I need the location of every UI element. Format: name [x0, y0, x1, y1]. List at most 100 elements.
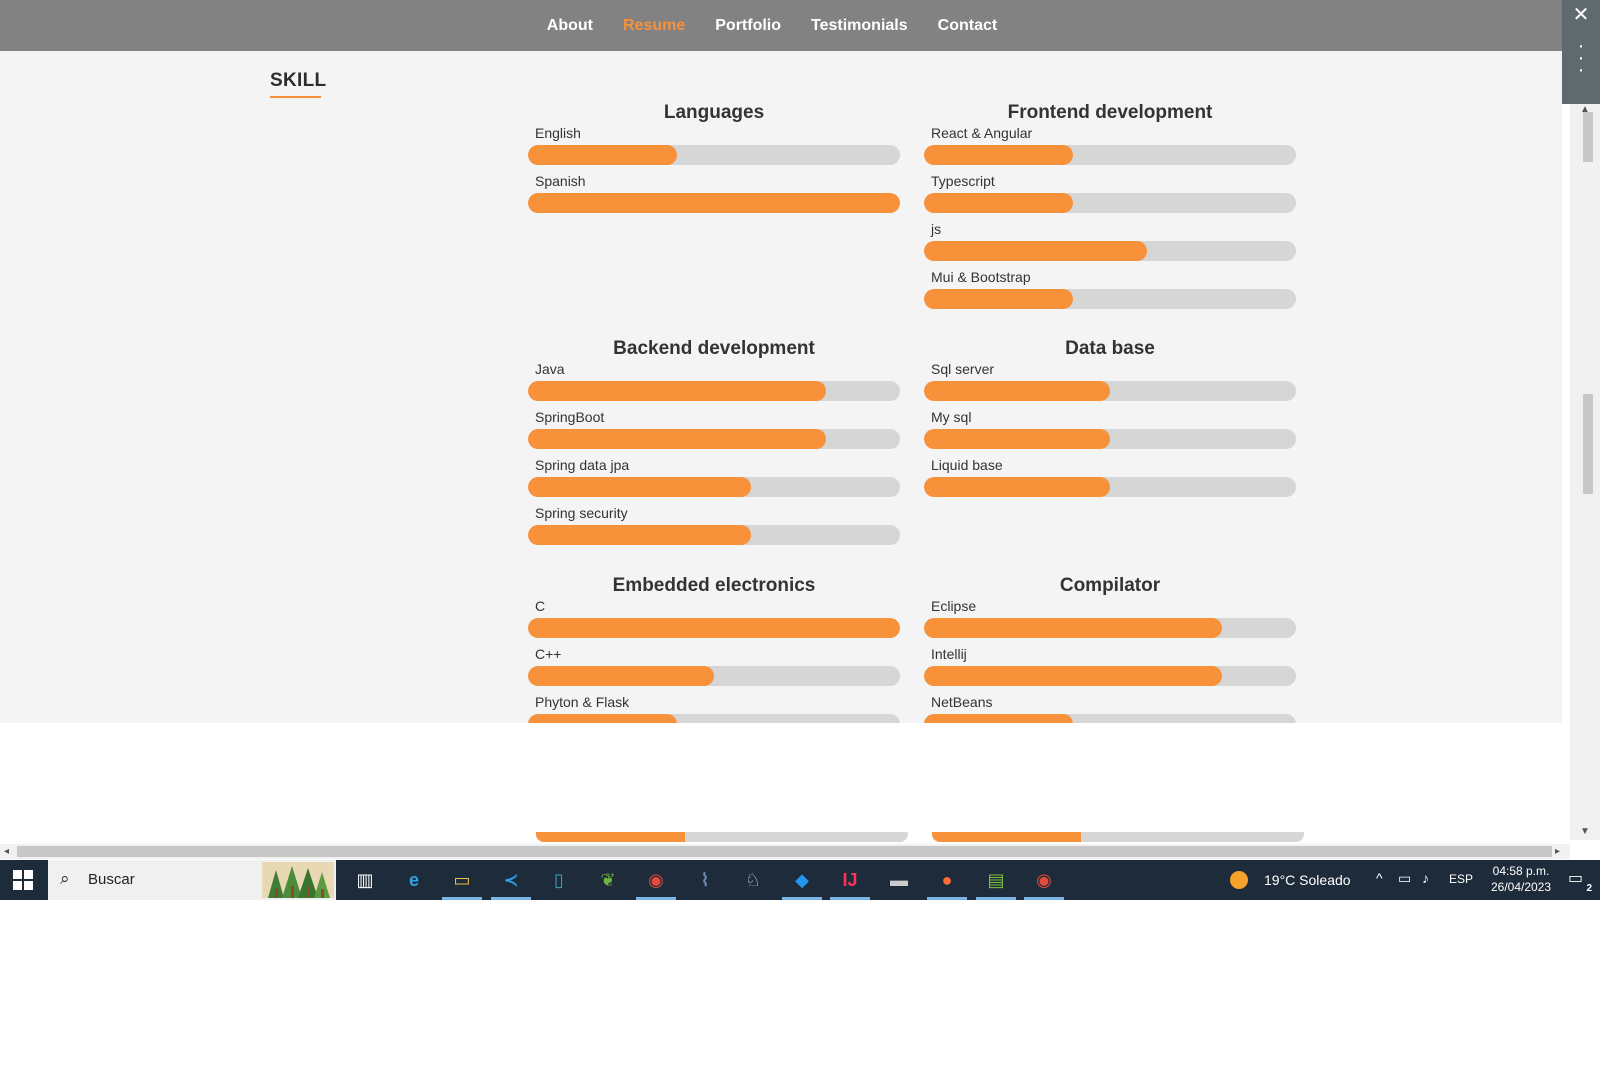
skill-item: Spring data jpa: [528, 457, 900, 505]
skill-group-title: Compilator: [1059, 575, 1161, 596]
scroll-down-icon[interactable]: ▼: [1570, 826, 1600, 837]
skill-item: js: [924, 221, 1296, 269]
skill-bar-track: [924, 193, 1296, 213]
running-indicator: [442, 897, 482, 900]
clock[interactable]: 04:58 p.m. 26/04/2023: [1488, 863, 1554, 895]
input-language[interactable]: ESP: [1449, 872, 1473, 886]
search-highlight-trees-icon: [262, 862, 334, 898]
skill-bar-fill: [528, 525, 752, 545]
skill-label: C++: [535, 646, 562, 662]
chrome-profile-icon[interactable]: ◉: [1024, 865, 1064, 900]
docker-icon[interactable]: ◆: [782, 865, 822, 900]
skill-bar-track: [528, 525, 900, 545]
nav-testimonials[interactable]: Testimonials: [811, 17, 908, 35]
spring-tool-icon[interactable]: ❦: [593, 865, 623, 895]
skill-bar-track: [924, 714, 1296, 723]
skill-bar-track: [528, 477, 900, 497]
skill-item: Spanish: [528, 173, 900, 221]
skill-item: NetBeans: [924, 694, 1296, 723]
skill-label: Spanish: [535, 173, 586, 189]
section-title-underline: [270, 96, 321, 98]
nav-about[interactable]: About: [547, 17, 593, 35]
skill-item: C++: [528, 646, 900, 694]
skill-item: Intellij: [924, 646, 1296, 694]
skill-bar-fill: [924, 477, 1110, 497]
skill-group: Frontend development React & Angular Types…: [924, 101, 1296, 317]
skill-bar-fill: [924, 145, 1073, 165]
horizontal-scrollbar-thumb[interactable]: [17, 846, 1552, 857]
skill-item: Java: [528, 361, 900, 409]
skill-label: Mui & Bootstrap: [931, 269, 1031, 285]
chrome-icon[interactable]: ◉: [636, 865, 676, 900]
skill-label: React & Angular: [931, 125, 1033, 141]
search-icon: ⌕: [60, 869, 70, 888]
notepad-icon[interactable]: ▤: [976, 865, 1016, 900]
running-indicator: [491, 897, 531, 900]
scroll-left-icon[interactable]: ◂: [4, 844, 9, 859]
task-view-icon[interactable]: ▥: [350, 865, 380, 895]
show-hidden-icons-icon[interactable]: ^: [1376, 870, 1383, 886]
scrollbar-thumb-secondary[interactable]: [1583, 394, 1593, 494]
intellij-icon[interactable]: IJ: [830, 865, 870, 900]
nav-portfolio[interactable]: Portfolio: [715, 17, 781, 35]
skill-bar-track: [528, 714, 900, 723]
postgresql-icon[interactable]: ♘: [738, 865, 768, 895]
more-options-icon[interactable]: · · ·: [1562, 36, 1600, 80]
skill-item: English: [528, 125, 900, 173]
nav-contact[interactable]: Contact: [938, 17, 998, 35]
vscode-icon[interactable]: ≺: [491, 865, 531, 900]
running-indicator: [830, 897, 870, 900]
skill-bar-track: [924, 289, 1296, 309]
horizontal-scrollbar[interactable]: ◂ ▸: [0, 844, 1570, 859]
file-explorer-icon[interactable]: ▭: [442, 865, 482, 900]
skill-bar-fill: [528, 666, 714, 686]
close-icon[interactable]: ✕: [1562, 2, 1600, 27]
skill-bar-track: [924, 381, 1296, 401]
postman-icon[interactable]: ●: [927, 865, 967, 900]
skill-bar-fill: [528, 618, 900, 638]
app-icon[interactable]: ▯: [544, 865, 574, 895]
terminal-icon[interactable]: ▬: [884, 865, 914, 895]
taskbar-search[interactable]: ⌕ Buscar: [48, 860, 336, 900]
skill-bar-fill: [528, 193, 900, 213]
skill-bar-track: [528, 381, 900, 401]
skill-label: English: [535, 125, 581, 141]
skill-item: Liquid base: [924, 457, 1296, 505]
skill-bar-fill: [924, 429, 1110, 449]
skill-label: NetBeans: [931, 694, 993, 710]
volume-icon[interactable]: ♪: [1422, 870, 1429, 886]
skill-bar-fill: [924, 714, 1073, 723]
skill-label: My sql: [931, 409, 972, 425]
weather-text[interactable]: 19°C Soleado: [1264, 872, 1351, 888]
skill-bar-track: [924, 145, 1296, 165]
search-placeholder: Buscar: [88, 871, 135, 888]
running-indicator: [927, 897, 967, 900]
blank-overlay: [9, 730, 1570, 837]
weather-sun-icon[interactable]: [1230, 871, 1248, 889]
running-indicator: [782, 897, 822, 900]
skill-bar-fill: [528, 429, 826, 449]
notification-count: 2: [1584, 883, 1594, 894]
system-tray: 19°C Soleado ^ ▭ ♪ ESP 04:58 p.m. 26/04/…: [1230, 860, 1600, 900]
skill-label: Intellij: [931, 646, 967, 662]
edge-icon[interactable]: e: [399, 865, 429, 895]
skill-item: React & Angular: [924, 125, 1296, 173]
skill-group: Compilator Eclipse Intellij NetBeans: [924, 574, 1296, 723]
skill-label: SpringBoot: [535, 409, 605, 425]
notification-center-icon[interactable]: ▭ 2: [1568, 868, 1594, 894]
scrollbar-thumb[interactable]: [1583, 112, 1593, 162]
skill-label: Eclipse: [931, 598, 977, 614]
skill-label: Typescript: [931, 173, 995, 189]
skill-group: Languages English Spanish: [528, 101, 900, 221]
skill-bar-fill: [924, 618, 1222, 638]
vertical-scrollbar[interactable]: ▲ ▼: [1570, 104, 1600, 840]
skill-bar-track: [528, 618, 900, 638]
mysql-workbench-icon[interactable]: ⌇: [690, 865, 720, 895]
network-icon[interactable]: ▭: [1398, 870, 1411, 887]
skill-label: Spring security: [535, 505, 628, 521]
skill-group: Data base Sql server My sql Liquid base: [924, 337, 1296, 505]
running-indicator: [976, 897, 1016, 900]
nav-resume[interactable]: Resume: [623, 17, 685, 35]
windows-start-icon[interactable]: [13, 870, 33, 890]
scroll-right-icon[interactable]: ▸: [1555, 844, 1560, 859]
